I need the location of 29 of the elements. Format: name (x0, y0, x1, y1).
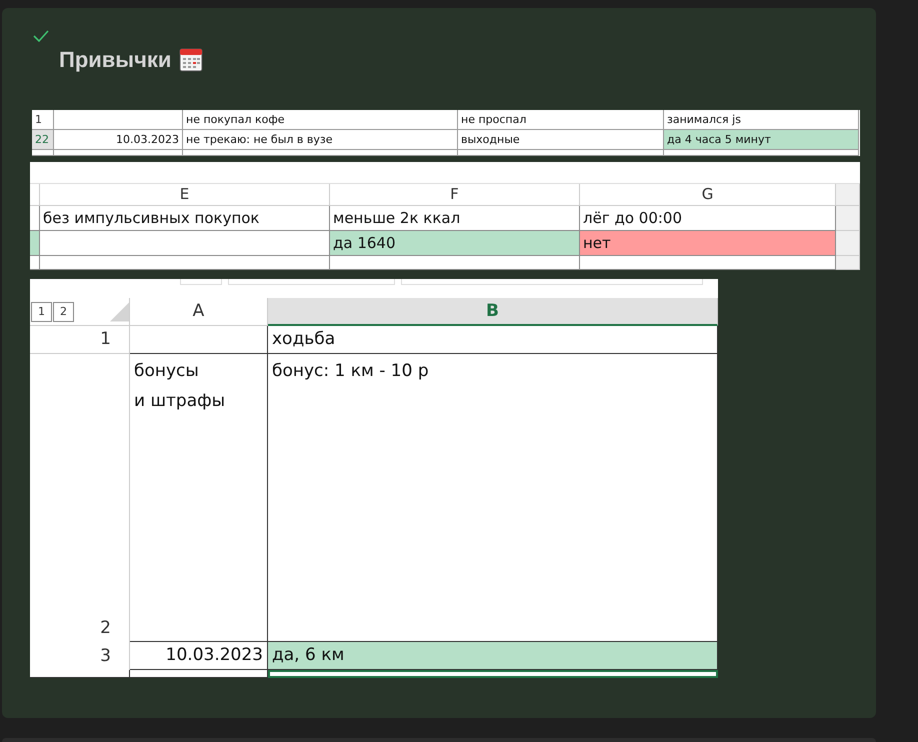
table-cell (30, 256, 40, 270)
row-number: 1 (30, 326, 130, 354)
table-cell: ходьба (268, 326, 718, 354)
column-header: E (40, 184, 330, 206)
row-number: 22 (32, 130, 54, 150)
table-cell: да 4 часа 5 минут (664, 130, 859, 150)
column-header: A (130, 298, 268, 326)
calendar-icon (179, 48, 204, 72)
column-header: G (580, 184, 836, 206)
selected-cell[interactable] (268, 670, 718, 678)
scrollbar-track[interactable] (836, 256, 860, 270)
table-cell: да, 6 км (268, 642, 718, 670)
row-number: 3 (30, 642, 130, 670)
table-cell: бонусы и штрафы (130, 354, 268, 642)
table-cell: 10.03.2023 (54, 130, 183, 150)
column-header: F (330, 184, 580, 206)
table-cell: да 1640 (330, 231, 580, 256)
outline-level-button[interactable]: 1 (31, 302, 52, 322)
row-number: 1 (32, 110, 54, 130)
column-header: B (268, 298, 718, 326)
table-cell: нет (580, 231, 836, 256)
page-title: Привычки (59, 47, 172, 73)
table-cell: не покупал кофе (183, 110, 458, 130)
table-cell: без импульсивных покупок (40, 206, 330, 231)
row-number: 2 (30, 354, 130, 642)
outline-level-button[interactable]: 2 (53, 302, 74, 322)
table-cell: не трекаю: не был в вузе (183, 130, 458, 150)
table-cell: выходные (458, 130, 664, 150)
table-cell: не проспал (458, 110, 664, 130)
